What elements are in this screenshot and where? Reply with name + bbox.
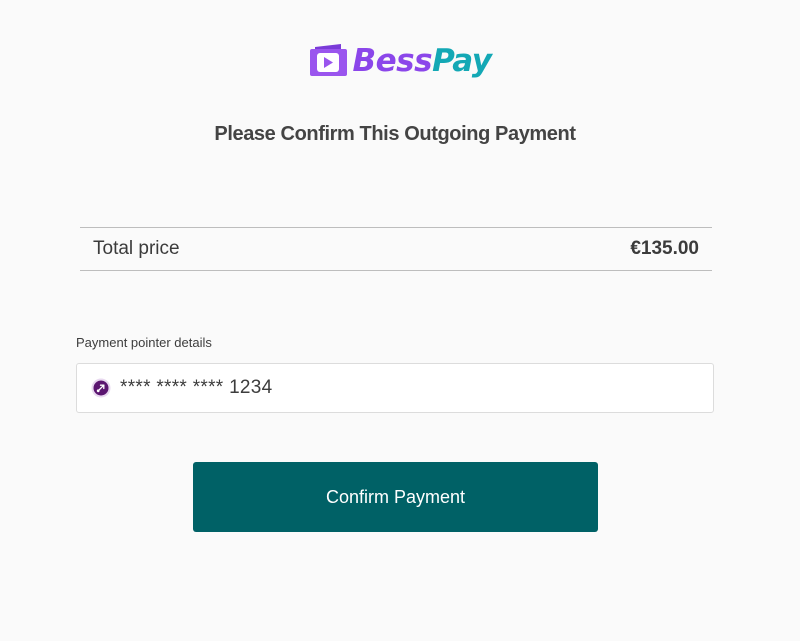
brand-name: BessPay xyxy=(353,41,492,81)
total-price-value: €135.00 xyxy=(630,238,699,259)
brand-name-part2: Pay xyxy=(432,43,492,79)
payment-pointer-field[interactable]: **** **** **** 1234 xyxy=(76,363,714,413)
payment-pointer-label: Payment pointer details xyxy=(76,335,212,350)
total-price-row: Total price €135.00 xyxy=(80,227,712,271)
total-price-label: Total price xyxy=(93,238,180,259)
brand-logo: BessPay xyxy=(0,41,800,81)
confirm-payment-button[interactable]: Confirm Payment xyxy=(193,462,598,532)
page-title: Please Confirm This Outgoing Payment xyxy=(214,123,576,145)
payment-pointer-value: **** **** **** 1234 xyxy=(120,377,273,398)
payment-pointer-icon xyxy=(91,378,111,398)
wallet-play-icon xyxy=(309,44,347,76)
brand-name-part1: Bess xyxy=(352,43,433,79)
